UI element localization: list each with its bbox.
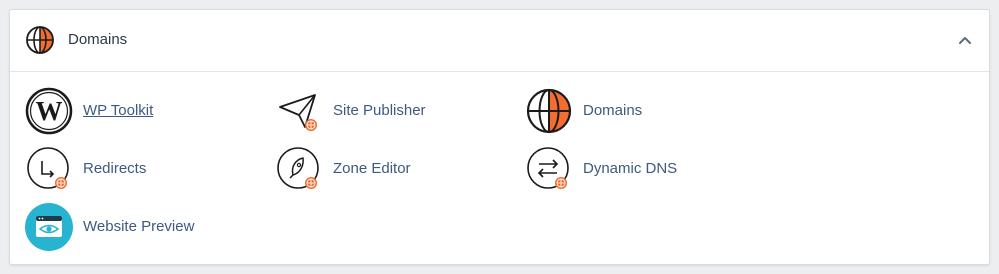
section-title: Domains [68, 31, 128, 48]
swap-arrows-icon [525, 145, 573, 193]
wp-toolkit-link[interactable]: W WP Toolkit [25, 87, 225, 135]
svg-text:W: W [36, 96, 63, 126]
wordpress-icon: W [25, 87, 73, 135]
globe-icon [525, 87, 573, 135]
dynamic-dns-label: Dynamic DNS [583, 160, 678, 177]
domains-link[interactable]: Domains [525, 87, 725, 135]
chevron-up-icon[interactable] [957, 32, 973, 48]
panel-header[interactable]: Domains [10, 10, 989, 72]
site-publisher-link[interactable]: Site Publisher [275, 87, 475, 135]
website-preview-link[interactable]: Website Preview [25, 203, 225, 251]
domains-label: Domains [583, 102, 643, 119]
redirects-label: Redirects [83, 160, 147, 177]
wp-toolkit-label: WP Toolkit [83, 102, 154, 119]
paper-plane-icon [275, 87, 323, 135]
eye-window-icon [25, 203, 73, 251]
zone-editor-link[interactable]: Zone Editor [275, 145, 475, 193]
redirect-arrow-icon [25, 145, 73, 193]
redirects-link[interactable]: Redirects [25, 145, 225, 193]
domains-panel: Domains W WP Toolkit Site Publisher Doma… [9, 9, 990, 265]
rocket-icon [275, 145, 323, 193]
globe-icon [25, 25, 55, 55]
site-publisher-label: Site Publisher [333, 102, 426, 119]
website-preview-label: Website Preview [83, 218, 195, 235]
dynamic-dns-link[interactable]: Dynamic DNS [525, 145, 725, 193]
zone-editor-label: Zone Editor [333, 160, 411, 177]
